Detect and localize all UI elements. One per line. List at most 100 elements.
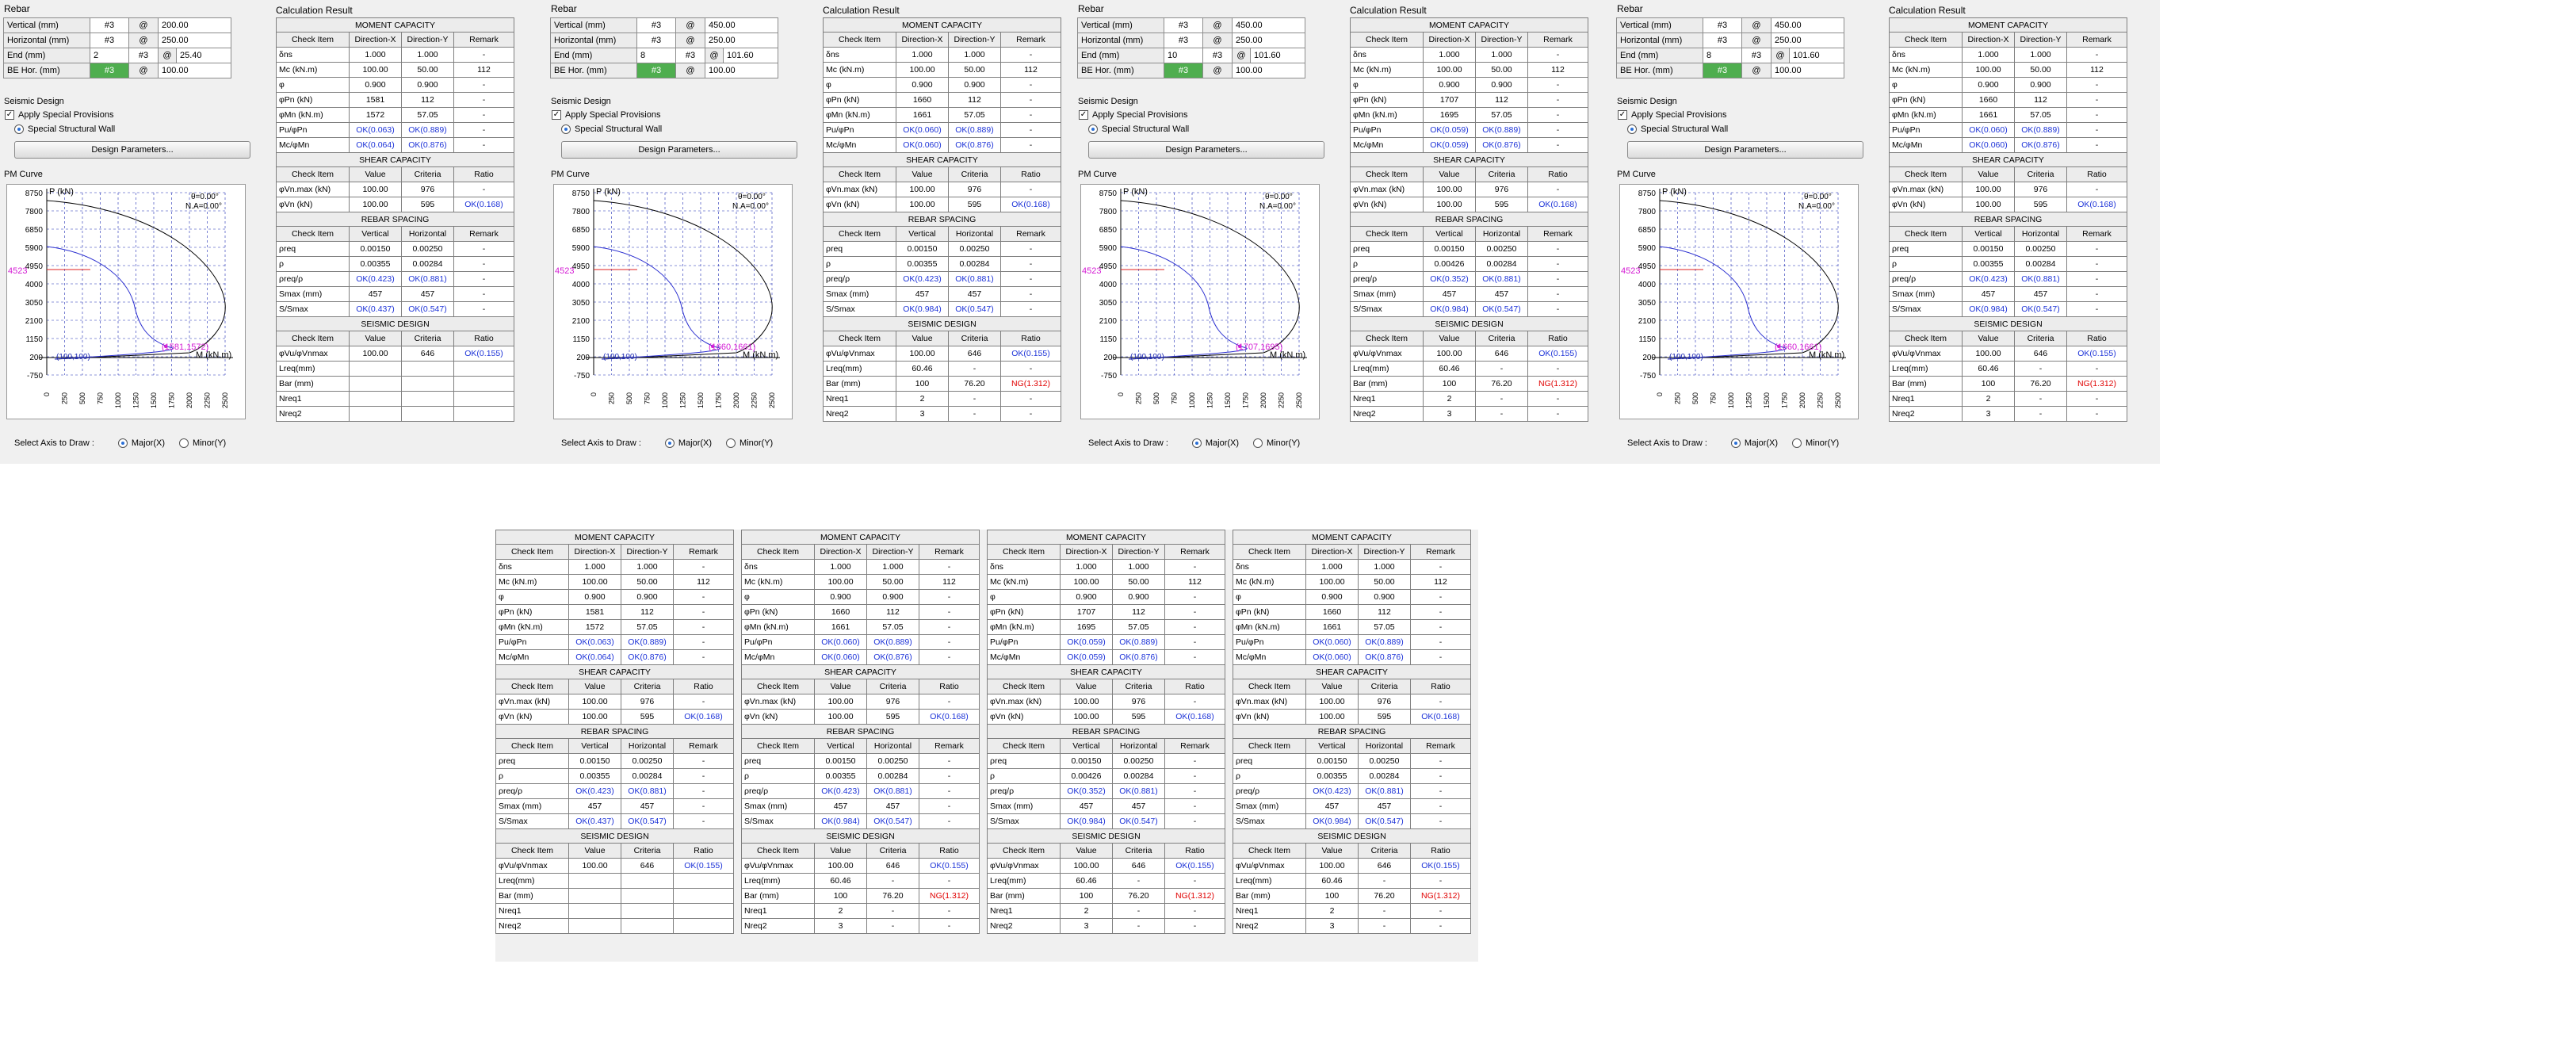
- major-axis-radio[interactable]: Major(X): [1191, 438, 1239, 448]
- minor-axis-radio[interactable]: Minor(Y): [179, 438, 226, 448]
- value-cell: -: [453, 122, 514, 138]
- value-cell: OK(0.423): [568, 783, 621, 799]
- end-spacing-field[interactable]: 25.40: [176, 48, 231, 63]
- be-size-field[interactable]: #3: [90, 63, 129, 78]
- table-row: φPn (kN) 1660 112-: [823, 92, 1061, 108]
- horizontal-spacing-field[interactable]: 250.00: [158, 33, 231, 48]
- vertical-spacing-field[interactable]: 450.00: [1771, 17, 1844, 33]
- major-axis-label: Major(X): [1744, 438, 1779, 448]
- major-axis-radio[interactable]: Major(X): [1730, 438, 1779, 448]
- major-axis-radio[interactable]: Major(X): [664, 438, 712, 448]
- end-count-field[interactable]: 10: [1164, 48, 1203, 63]
- horizontal-size-field[interactable]: #3: [90, 33, 129, 48]
- end-size-field[interactable]: #3: [128, 48, 159, 63]
- vertical-size-field[interactable]: #3: [1703, 17, 1742, 33]
- value-cell: -: [919, 604, 980, 620]
- be-spacing-field[interactable]: 100.00: [158, 63, 231, 78]
- check-item-cell: φVu/φVnmax: [276, 346, 350, 362]
- check-item-cell: Mc/φMn: [741, 649, 815, 665]
- special-structural-wall-radio[interactable]: Special Structural Wall: [561, 124, 662, 134]
- value-cell: NG(1.312): [919, 888, 980, 904]
- horizontal-size-field[interactable]: #3: [1164, 33, 1203, 48]
- special-structural-wall-radio[interactable]: Special Structural Wall: [1088, 124, 1189, 134]
- design-parameters-button[interactable]: Design Parameters...: [561, 141, 797, 159]
- value-cell: OK(0.876): [1475, 137, 1528, 153]
- minor-axis-radio[interactable]: Minor(Y): [1792, 438, 1839, 448]
- end-size-field[interactable]: #3: [1202, 48, 1233, 63]
- end-spacing-field[interactable]: 101.60: [1250, 48, 1305, 63]
- end-count-field[interactable]: 8: [1703, 48, 1742, 63]
- horizontal-size-field[interactable]: #3: [1703, 33, 1742, 48]
- x-tick-label: 2000: [1259, 392, 1267, 408]
- vertical-size-field[interactable]: #3: [1164, 17, 1203, 33]
- value-cell: -: [1164, 783, 1225, 799]
- apply-special-provisions-checkbox[interactable]: ✓ Apply Special Provisions: [1618, 110, 1726, 120]
- horizontal-spacing-field[interactable]: 250.00: [1232, 33, 1305, 48]
- design-parameters-button[interactable]: Design Parameters...: [1627, 141, 1863, 159]
- check-item-cell: ρreq: [987, 753, 1061, 769]
- check-item-cell: φ: [495, 589, 569, 605]
- value-cell: -: [453, 256, 514, 272]
- value-cell: 1707: [1423, 92, 1476, 108]
- table-row: φVu/φVnmax 100.00 646 OK(0.155): [823, 346, 1061, 362]
- vertical-spacing-field[interactable]: 200.00: [158, 17, 231, 33]
- horizontal-spacing-field[interactable]: 250.00: [1771, 33, 1844, 48]
- minor-axis-radio[interactable]: Minor(Y): [1253, 438, 1300, 448]
- value-cell: 112: [1164, 574, 1225, 590]
- end-count-field[interactable]: 8: [636, 48, 676, 63]
- value-cell: OK(0.984): [814, 813, 867, 829]
- table-header-row: Check Item Vertical Horizontal Remark: [1350, 226, 1588, 242]
- be-size-field[interactable]: #3: [636, 63, 676, 78]
- design-parameters-button[interactable]: Design Parameters...: [1088, 141, 1324, 159]
- design-parameters-button[interactable]: Design Parameters...: [14, 141, 250, 159]
- rebar-row-horizontal: Horizontal (mm) #3 @250.00: [1616, 33, 1844, 48]
- end-spacing-field[interactable]: 101.60: [723, 48, 778, 63]
- column-header: Ratio: [1527, 331, 1588, 346]
- end-spacing-field[interactable]: 101.60: [1789, 48, 1844, 63]
- m-axis-label: M (kN.m): [196, 350, 231, 360]
- be-spacing-field[interactable]: 100.00: [1232, 63, 1305, 78]
- be-spacing-field[interactable]: 100.00: [705, 63, 778, 78]
- apply-special-provisions-checkbox[interactable]: ✓ Apply Special Provisions: [5, 110, 113, 120]
- rebar-spacing-section: REBAR SPACING: [823, 212, 1061, 227]
- end-count-field[interactable]: 2: [90, 48, 129, 63]
- value-cell: 1695: [1060, 619, 1113, 635]
- check-item-cell: ρreq: [495, 753, 569, 769]
- value-cell: 112: [1527, 62, 1588, 78]
- rebar-row-horizontal: Horizontal (mm) #3 @250.00: [550, 33, 778, 48]
- table-row: Lreq(mm) 60.46- -: [1350, 361, 1588, 377]
- apply-special-provisions-checkbox[interactable]: ✓ Apply Special Provisions: [552, 110, 660, 120]
- special-structural-wall-radio[interactable]: Special Structural Wall: [14, 124, 115, 134]
- value-cell: -: [2066, 241, 2127, 257]
- end-size-field[interactable]: #3: [675, 48, 705, 63]
- value-cell: 100.00: [1423, 346, 1476, 362]
- value-cell: OK(0.889): [1475, 122, 1528, 138]
- shear-capacity-section-label: SHEAR CAPACITY: [1350, 152, 1588, 167]
- minor-axis-radio[interactable]: Minor(Y): [726, 438, 773, 448]
- x-tick-label: 250: [608, 392, 616, 404]
- value-cell: OK(0.168): [1164, 709, 1225, 725]
- column-header: Criteria: [1475, 331, 1528, 346]
- y-tick-label: -750: [1640, 372, 1656, 381]
- be-size-field[interactable]: #3: [1164, 63, 1203, 78]
- end-size-field[interactable]: #3: [1741, 48, 1771, 63]
- special-structural-wall-radio[interactable]: Special Structural Wall: [1627, 124, 1728, 134]
- apply-special-provisions-checkbox[interactable]: ✓ Apply Special Provisions: [1079, 110, 1187, 120]
- check-item-cell: S/Smax: [1233, 813, 1306, 829]
- vertical-size-field[interactable]: #3: [90, 17, 129, 33]
- column-header: Value: [1962, 331, 2015, 346]
- horizontal-spacing-field[interactable]: 250.00: [705, 33, 778, 48]
- be-size-field[interactable]: #3: [1703, 63, 1742, 78]
- value-cell: 112: [453, 62, 514, 78]
- be-spacing-field[interactable]: 100.00: [1771, 63, 1844, 78]
- value-cell: OK(0.547): [621, 813, 674, 829]
- major-axis-radio[interactable]: Major(X): [117, 438, 165, 448]
- vertical-spacing-field[interactable]: 450.00: [1232, 17, 1305, 33]
- rebar-grid: Vertical (mm) #3 @450.00 Horizontal (mm) #3 @…: [1616, 17, 1844, 78]
- value-cell: -: [673, 798, 734, 814]
- table-header-row: Check Item Value Criteria Ratio: [495, 843, 734, 859]
- horizontal-size-field[interactable]: #3: [636, 33, 676, 48]
- vertical-spacing-field[interactable]: 450.00: [705, 17, 778, 33]
- vertical-size-field[interactable]: #3: [636, 17, 676, 33]
- rebar-row-vertical: Vertical (mm) #3 @200.00: [3, 17, 231, 33]
